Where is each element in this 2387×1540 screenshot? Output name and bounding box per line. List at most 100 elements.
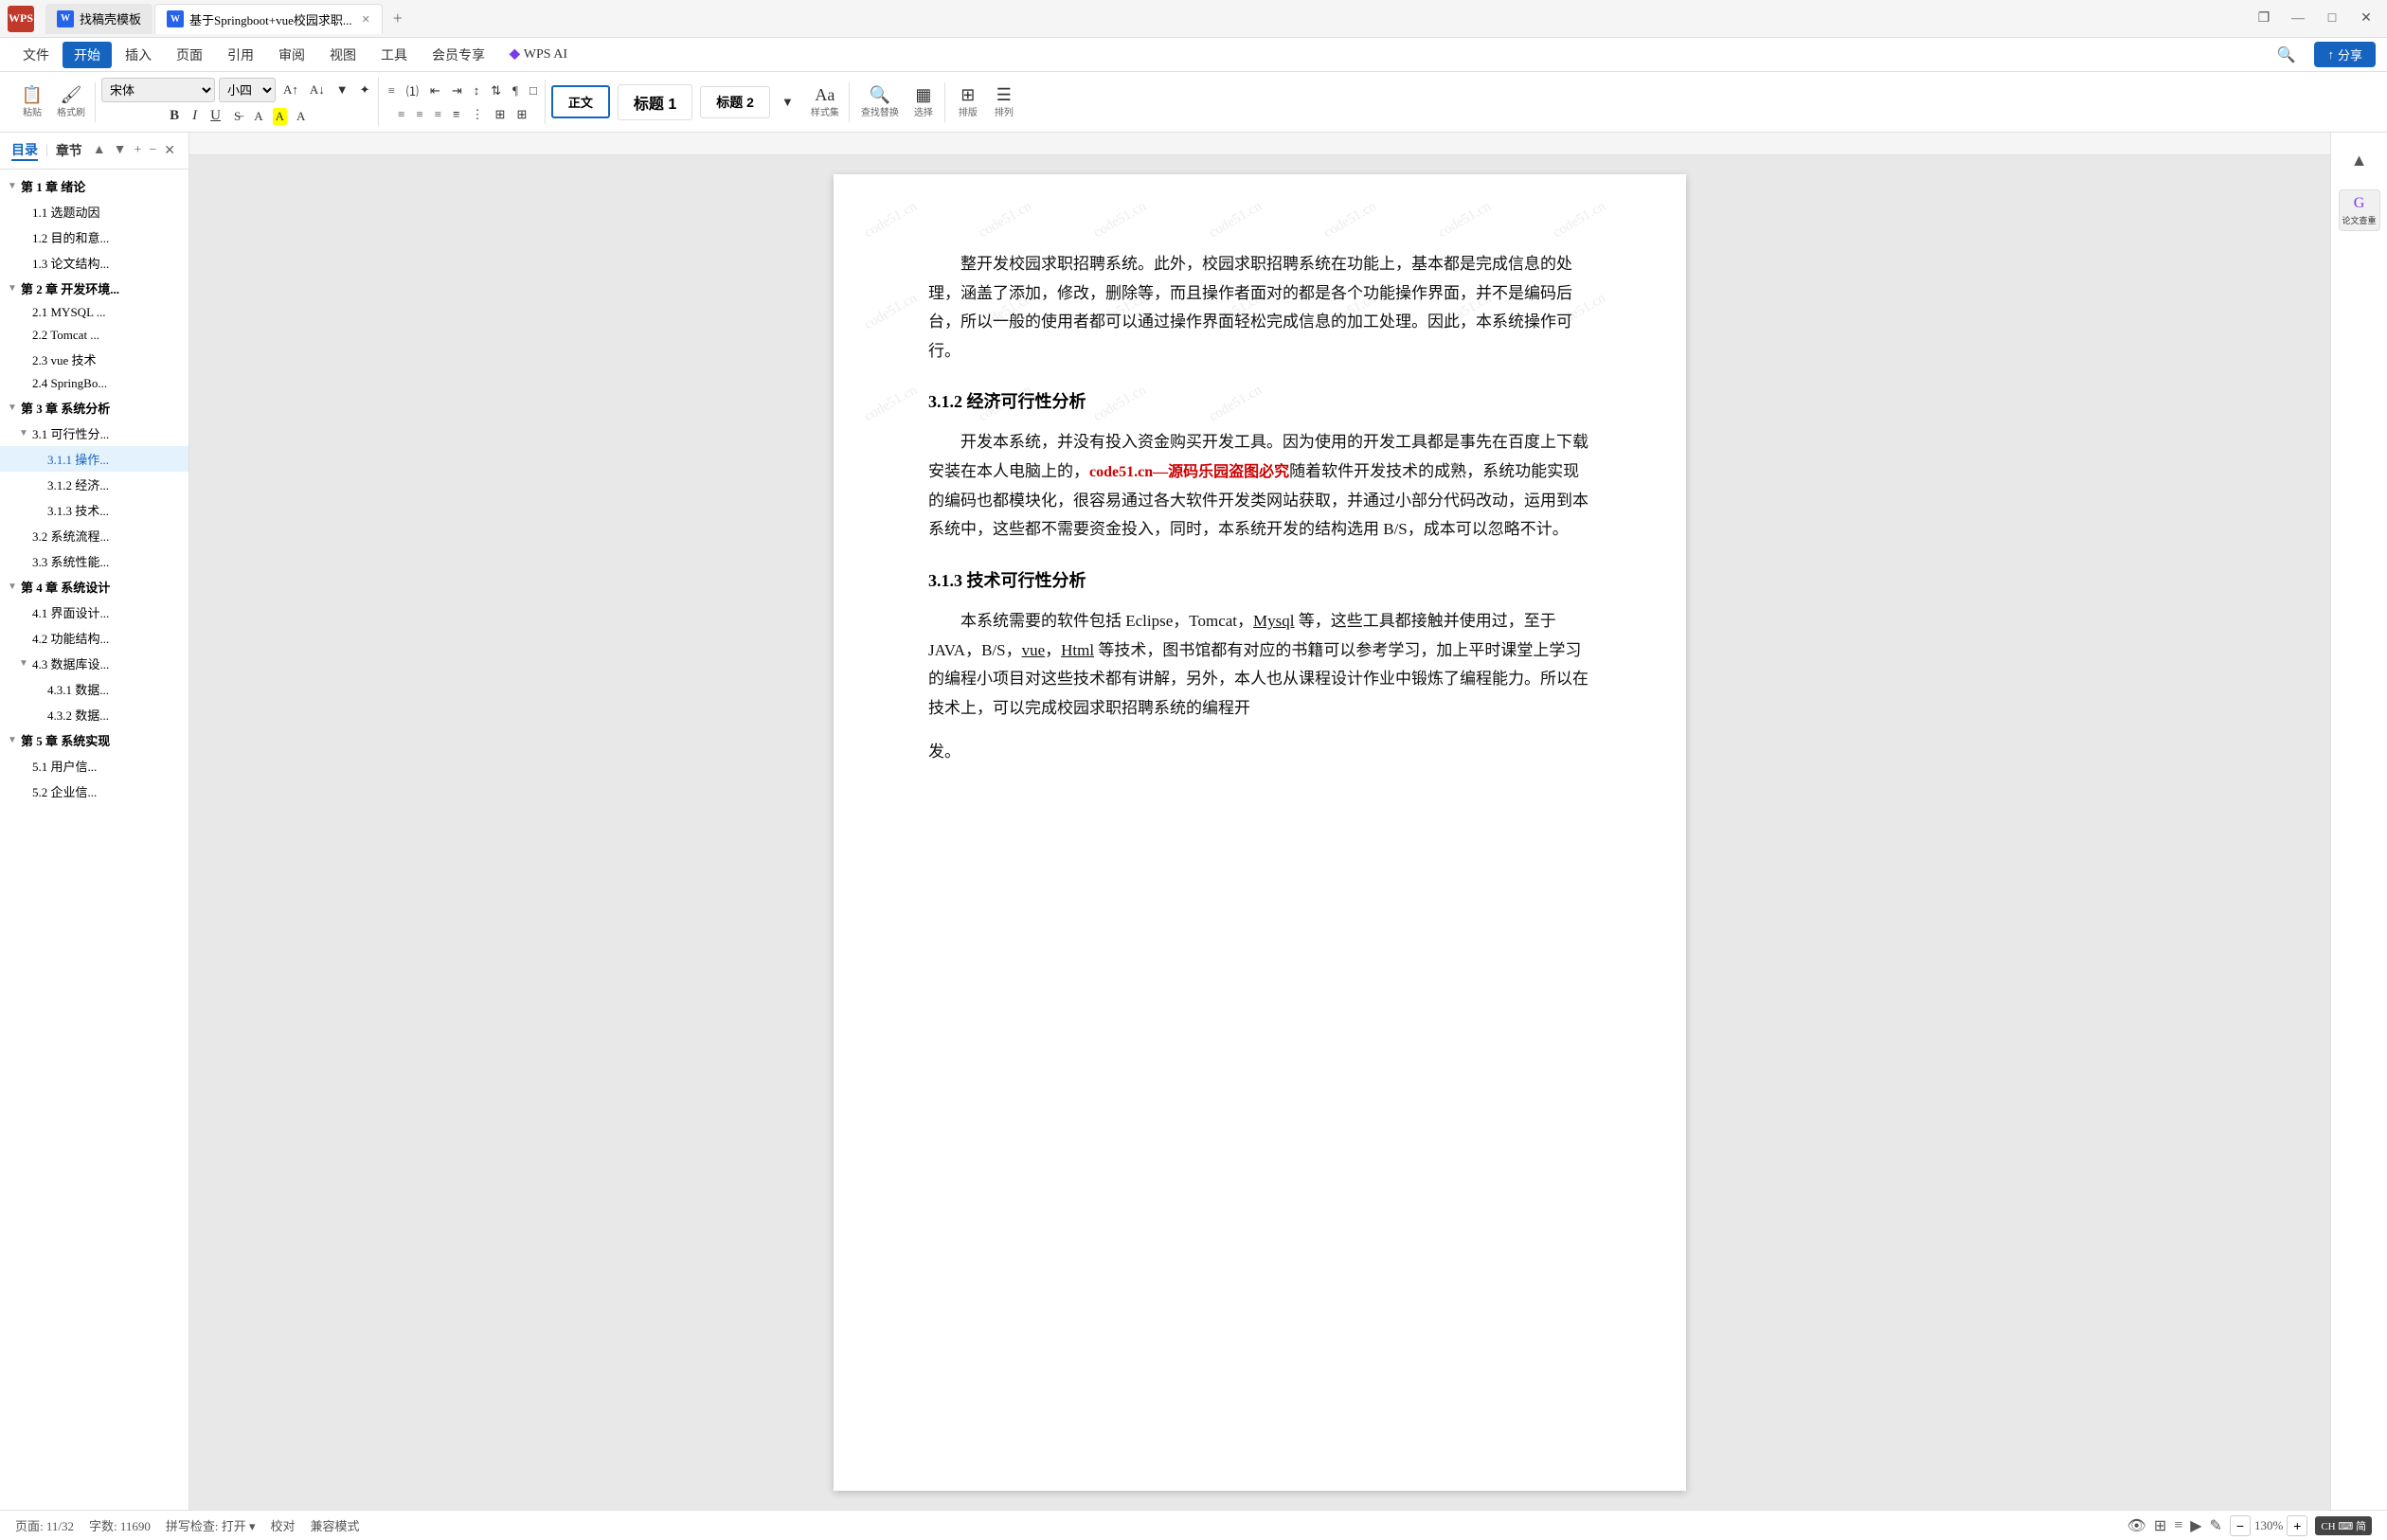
bullet-list-button[interactable]: ≡ [385,81,399,100]
sidebar-item-ch5[interactable]: ▼ 第 5 章 系统实现 [0,727,188,753]
highlight-button[interactable]: A [273,108,287,125]
minimize-button[interactable]: — [2285,6,2311,32]
table-button[interactable]: ⊞ [512,105,530,124]
show-hide-button[interactable]: ¶ [509,81,522,100]
indent-inc-button[interactable]: ⇥ [448,81,466,100]
sidebar-item-5-2[interactable]: 5.2 企业信... [0,779,188,804]
styles-more-button[interactable]: ▼ [778,93,798,112]
menu-view[interactable]: 视图 [318,42,368,68]
menu-reference[interactable]: 引用 [216,42,265,68]
style-normal-button[interactable]: 正文 [551,85,610,118]
plagiarism-check-button[interactable]: G 论文查重 [2339,189,2380,231]
menu-review[interactable]: 审阅 [267,42,316,68]
numbered-list-button[interactable]: ⑴ [403,80,422,101]
strikethrough-button[interactable]: S̶ [230,107,244,126]
bold-button[interactable]: B [166,106,183,126]
format-painter-button[interactable]: 🖌 格式刷 [51,82,91,122]
style-h2-button[interactable]: 标题 2 [700,86,770,118]
menu-page[interactable]: 页面 [165,42,214,68]
zoom-in-button[interactable]: + [2287,1515,2307,1536]
sidebar-minus-button[interactable]: − [147,141,158,160]
tab-templates[interactable]: W 找稿壳模板 [45,4,153,34]
decrease-font-button[interactable]: A↓ [306,81,329,99]
share-button[interactable]: ↑ 分享 [2314,42,2376,67]
sidebar-item-2-2[interactable]: 2.2 Tomcat ... [0,324,188,347]
sidebar-item-3-1[interactable]: ▼ 3.1 可行性分... [0,421,188,446]
sidebar-item-ch3[interactable]: ▼ 第 3 章 系统分析 [0,395,188,421]
col-button[interactable]: ⊞ [492,105,510,124]
sidebar-tab-chapter[interactable]: 章节 [56,141,82,160]
sidebar-item-4-3[interactable]: ▼ 4.3 数据库设... [0,651,188,676]
menu-tools[interactable]: 工具 [369,42,419,68]
menu-vip[interactable]: 会员专享 [421,42,496,68]
sidebar-item-4-1[interactable]: 4.1 界面设计... [0,600,188,625]
indent-dec-button[interactable]: ⇤ [426,81,444,100]
sidebar-item-1-3[interactable]: 1.3 论文结构... [0,250,188,276]
sidebar-item-3-1-2[interactable]: 3.1.2 经济... [0,472,188,497]
sidebar-item-3-3[interactable]: 3.3 系统性能... [0,548,188,574]
sidebar-close-button[interactable]: ✕ [162,141,177,161]
line-spacing-button[interactable]: ↕ [470,81,484,100]
sidebar-item-1-2[interactable]: 1.2 目的和意... [0,224,188,250]
sidebar-item-5-1[interactable]: 5.1 用户信... [0,753,188,779]
sidebar-tab-toc[interactable]: 目录 [11,140,38,161]
sidebar-item-4-3-2[interactable]: 4.3.2 数据... [0,702,188,727]
tab-close-doc[interactable]: ✕ [362,13,370,26]
search-icon[interactable]: 🔍 [2266,42,2307,68]
increase-font-button[interactable]: A↑ [279,81,302,99]
menu-file[interactable]: 文件 [11,42,61,68]
font-color-button[interactable]: A [250,107,266,126]
sidebar-item-2-4[interactable]: 2.4 SpringBo... [0,372,188,395]
align-right-button[interactable]: ≡ [431,105,445,124]
distribute-button[interactable]: ⋮ [468,105,488,124]
sidebar-item-2-3[interactable]: 2.3 vue 技术 [0,347,188,372]
sidebar-item-ch2[interactable]: ▼ 第 2 章 开发环境... [0,276,188,301]
restore-button[interactable]: ❐ [2251,6,2277,32]
view-icon-play[interactable]: ▶ [2190,1516,2201,1535]
view-icon-edit[interactable]: ✎ [2210,1516,2222,1535]
justify-button[interactable]: ≡ [449,105,463,124]
align-center-button[interactable]: ≡ [412,105,426,124]
menu-insert[interactable]: 插入 [114,42,163,68]
row-button[interactable]: ☰ 排列 [987,82,1021,122]
underline-button[interactable]: U [206,106,224,126]
sidebar-item-2-1[interactable]: 2.1 MYSQL ... [0,301,188,324]
clear-format-button[interactable]: ✦ [356,81,374,99]
doc-scroll[interactable]: code51.cn code51.cn code51.cn code51.cn … [189,155,2330,1510]
view-icon-print[interactable]: ⊞ [2154,1516,2166,1535]
font-family-select[interactable]: 宋体 [101,78,215,102]
menu-start[interactable]: 开始 [63,42,112,68]
find-replace-button[interactable]: 🔍 查找替换 [855,82,905,122]
sidebar-item-4-2[interactable]: 4.2 功能结构... [0,625,188,651]
select-button[interactable]: ▦ 选择 [906,82,941,122]
ch-badge[interactable]: CH ⌨ 简 [2315,1516,2372,1535]
menu-wpsai[interactable]: ◆WPS AI [498,43,579,66]
char-shading-button[interactable]: A [293,107,309,126]
font-color-more-button[interactable]: ▼ [332,81,352,99]
sidebar-item-4-3-1[interactable]: 4.3.1 数据... [0,676,188,702]
tab-document[interactable]: W 基于Springboot+vue校园求职... ✕ [154,4,383,34]
sidebar-up-button[interactable]: ▲ [91,141,108,160]
scroll-up-button[interactable]: ▲ [2339,140,2380,182]
styles-panel-button[interactable]: Aa 样式集 [805,82,845,122]
view-icon-read[interactable]: 👁 [2127,1516,2146,1535]
view-icon-web[interactable]: ≡ [2174,1517,2182,1534]
sidebar-add-button[interactable]: + [132,141,143,160]
italic-button[interactable]: I [188,106,201,126]
sidebar-item-1-1[interactable]: 1.1 选题动因 [0,199,188,224]
close-button[interactable]: ✕ [2353,6,2379,32]
sidebar-item-3-1-1[interactable]: 3.1.1 操作... [0,446,188,472]
sort-button[interactable]: ⇅ [487,81,505,100]
sidebar-item-ch4[interactable]: ▼ 第 4 章 系统设计 [0,574,188,600]
sidebar-item-3-1-3[interactable]: 3.1.3 技术... [0,497,188,523]
sidebar-down-button[interactable]: ▼ [112,141,129,160]
tab-add-button[interactable]: + [385,6,411,32]
border-button[interactable]: □ [526,81,541,100]
zoom-out-button[interactable]: − [2230,1515,2251,1536]
align-left-button[interactable]: ≡ [394,105,408,124]
sidebar-item-3-2[interactable]: 3.2 系统流程... [0,523,188,548]
font-size-select[interactable]: 小四 [219,78,276,102]
sidebar-item-ch1[interactable]: ▼ 第 1 章 绪论 [0,173,188,199]
maximize-button[interactable]: □ [2319,6,2345,32]
style-h1-button[interactable]: 标题 1 [618,84,692,120]
